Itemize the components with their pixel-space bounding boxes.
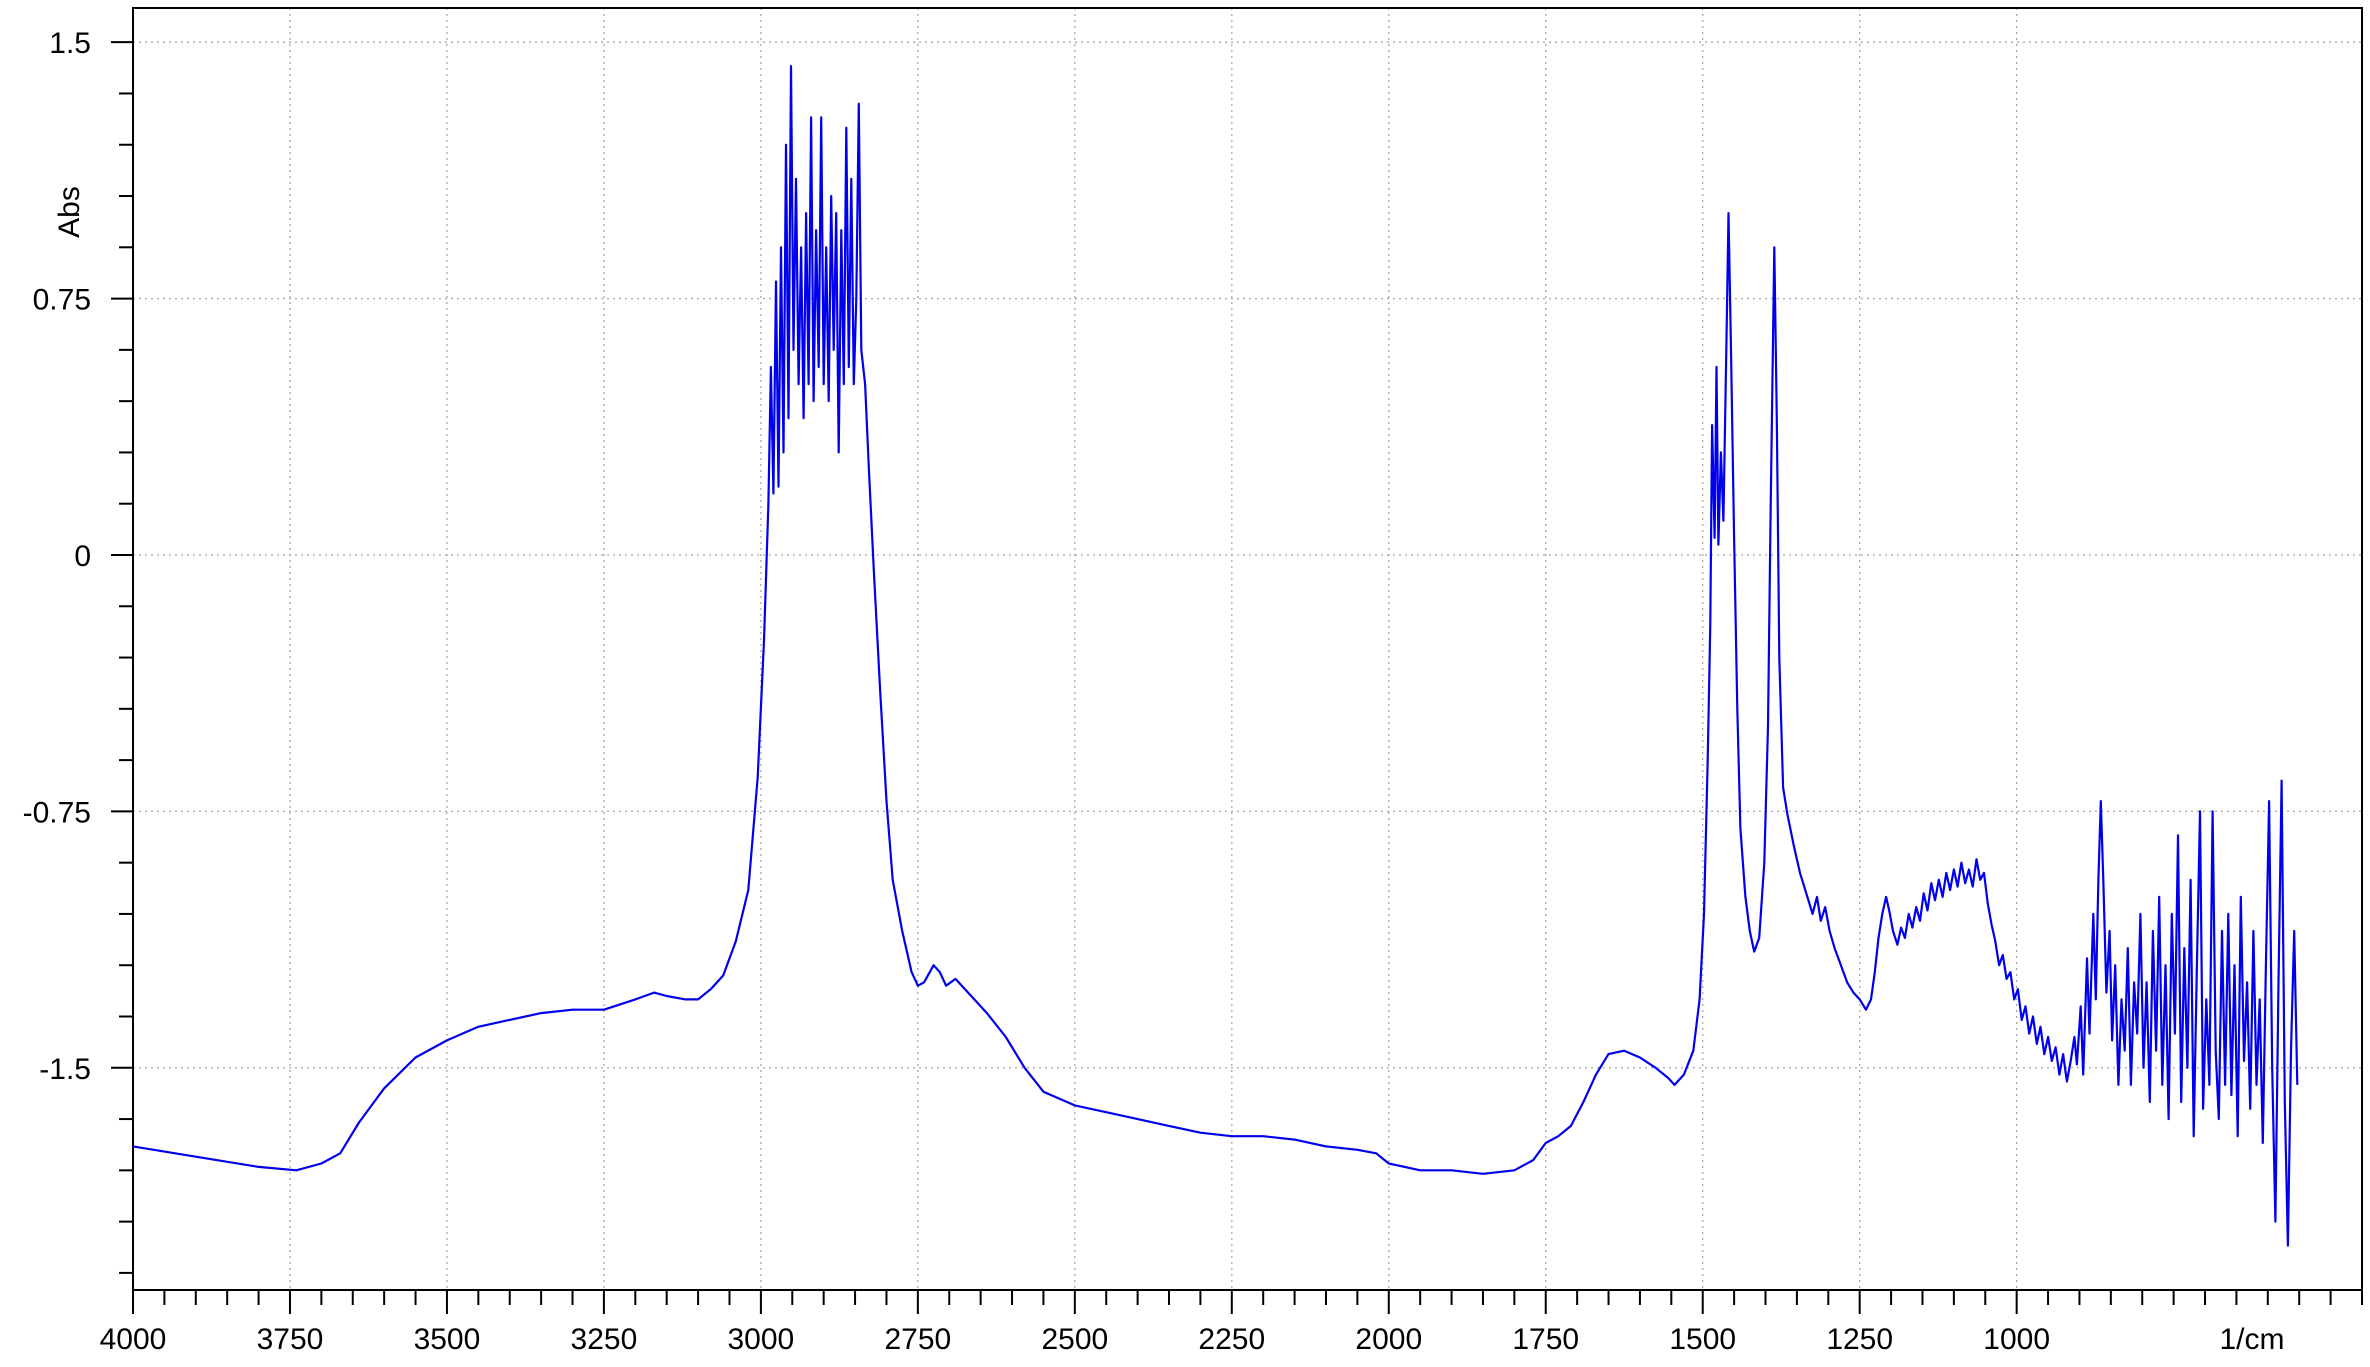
y-tick-label: 0.75 bbox=[33, 284, 91, 317]
x-tick-label: 3000 bbox=[728, 1323, 795, 1356]
spectrum-chart: 4000 3750 3500 3250 3000 2750 2500 2250 2000 1750… bbox=[23, 7, 2363, 1356]
y-tick-label: -0.75 bbox=[23, 796, 91, 829]
y-tick-label: -1.5 bbox=[39, 1053, 91, 1086]
x-axis-unit-label: 1/cm bbox=[2219, 1323, 2284, 1356]
x-tick-label: 1250 bbox=[1826, 1323, 1893, 1356]
chart: 4000 3750 3500 3250 3000 2750 2500 2250 2000 1750… bbox=[0, 0, 2370, 1367]
grid bbox=[133, 8, 2362, 1290]
x-tick-label: 1000 bbox=[1983, 1323, 2050, 1356]
x-tick-label: 1500 bbox=[1669, 1323, 1736, 1356]
x-tick-label: 3250 bbox=[571, 1323, 638, 1356]
x-tick-label: 4000 bbox=[100, 1323, 167, 1356]
tick-labels: 4000 3750 3500 3250 3000 2750 2500 2250 2000 1750… bbox=[23, 27, 2050, 1356]
series-layer bbox=[132, 65, 2299, 1247]
tick-marks bbox=[111, 41, 2363, 1314]
x-tick-label: 2500 bbox=[1041, 1323, 1108, 1356]
x-tick-label: 1750 bbox=[1512, 1323, 1579, 1356]
y-axis-title: Abs bbox=[53, 186, 86, 238]
spectrum-line bbox=[132, 65, 2299, 1247]
x-tick-label: 2250 bbox=[1198, 1323, 1265, 1356]
x-tick-label: 3750 bbox=[257, 1323, 324, 1356]
x-tick-label: 2000 bbox=[1355, 1323, 1422, 1356]
x-tick-label: 2750 bbox=[884, 1323, 951, 1356]
y-tick-label: 0 bbox=[74, 540, 91, 573]
plot-frame bbox=[132, 7, 2363, 1291]
y-tick-label: 1.5 bbox=[49, 27, 91, 60]
x-tick-label: 3500 bbox=[414, 1323, 481, 1356]
